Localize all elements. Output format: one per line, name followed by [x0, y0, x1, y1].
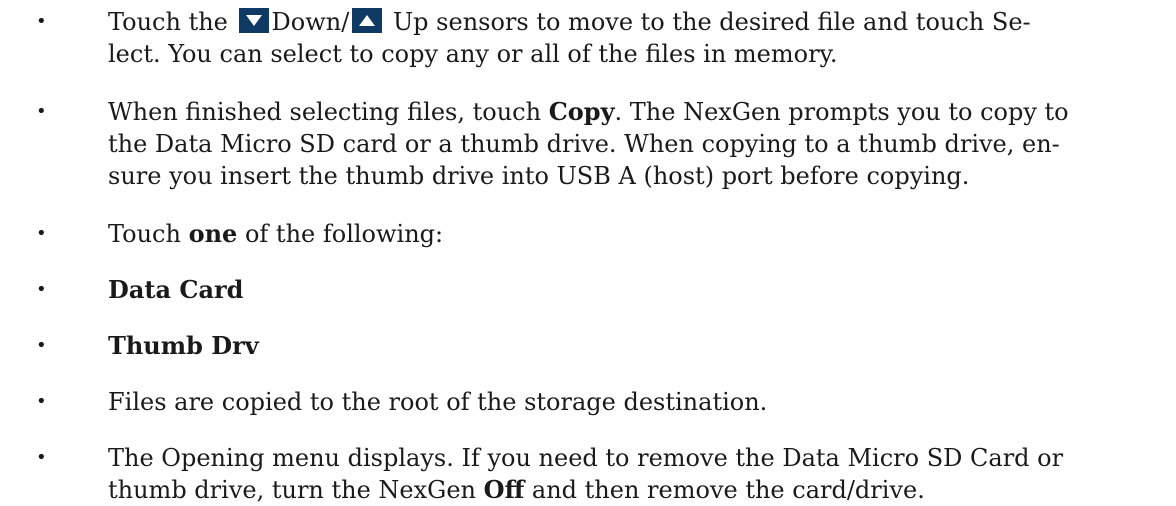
bullet: •: [36, 335, 47, 356]
bullet: •: [36, 391, 47, 412]
up-arrow-icon: [352, 8, 383, 33]
bullet: •: [36, 279, 47, 300]
item-text: Data Card: [108, 274, 1160, 306]
item-text: Files are copied to the root of the stor…: [108, 388, 768, 416]
item-text: Touch the Down/ Up sensors to move to th…: [108, 8, 1031, 68]
item-text: Thumb Drv: [108, 330, 1160, 362]
off-label: Off: [483, 475, 525, 504]
bullet: •: [36, 447, 47, 468]
bullet: •: [36, 11, 47, 32]
item-text: When finished selecting files, touch Cop…: [108, 97, 1069, 190]
bullet: •: [36, 223, 47, 244]
down-arrow-icon: [238, 8, 269, 33]
item-text: The Opening menu displays. If you need t…: [108, 444, 1064, 504]
copy-label: Copy: [548, 97, 615, 126]
thumb-drv-option: Thumb Drv: [108, 331, 259, 360]
item-text: Touch one of the following:: [108, 219, 444, 248]
bullet: •: [36, 101, 47, 122]
data-card-option: Data Card: [108, 275, 244, 304]
